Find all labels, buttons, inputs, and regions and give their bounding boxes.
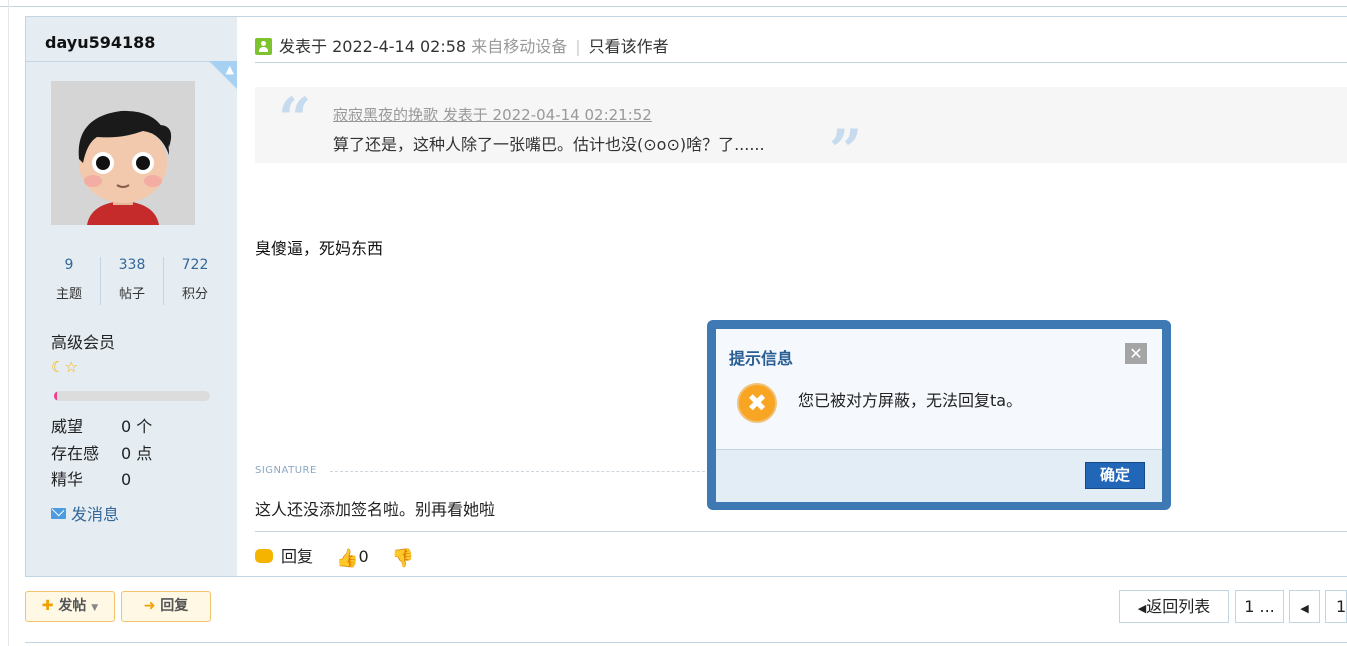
- reply-action[interactable]: 回复: [255, 547, 313, 566]
- back-to-list-label: 返回列表: [1146, 597, 1211, 616]
- sidebar-divider: [26, 61, 237, 62]
- prop-prestige: 威望 0 个: [51, 413, 152, 437]
- top-divider: [0, 0, 1347, 7]
- post-actions: 回复 👍0 👎: [255, 543, 414, 569]
- error-icon: ✖: [737, 383, 777, 423]
- stat-posts[interactable]: 338 帖子: [101, 257, 163, 302]
- stat-value: 722: [181, 257, 209, 273]
- moon-icon: ☾: [51, 358, 65, 376]
- author-username[interactable]: dayu594188: [45, 33, 155, 52]
- user-rank[interactable]: 高级会员: [51, 329, 115, 353]
- signature-label: SIGNATURE: [255, 465, 317, 476]
- quote-block: “ 寂寂黑夜的挽歌 发表于 2022-04-14 02:21:52 算了还是，这…: [255, 85, 1347, 181]
- quote-author-link[interactable]: 寂寂黑夜的挽歌 发表于 2022-04-14 02:21:52: [333, 104, 652, 125]
- author-sidebar: dayu594188 ▲ 9 主题 338 帖子 722 积分 高级会员 ☾☆ …: [26, 17, 237, 576]
- header-divider: [255, 62, 1347, 63]
- level-progress-bar: [54, 391, 210, 401]
- post-header: 发表于 2022-4-14 02:58 来自移动设备 | 只看该作者: [255, 33, 669, 57]
- stat-label: 帖子: [118, 287, 145, 302]
- page-prev-button[interactable]: ◀: [1289, 590, 1320, 623]
- stat-label: 积分: [181, 287, 208, 302]
- prop-value: 0: [121, 470, 132, 489]
- user-online-icon: [255, 38, 272, 55]
- prop-value: 0 点: [121, 444, 153, 463]
- ok-button[interactable]: 确定: [1085, 462, 1145, 489]
- reply-button[interactable]: ➜ 回复: [121, 591, 211, 622]
- dialog-title: 提示信息: [729, 349, 794, 368]
- triangle-left-icon: ◀: [1300, 602, 1309, 615]
- thumbs-up-icon: 👍: [336, 548, 359, 569]
- dialog-message: 您已被对方屏蔽，无法回复ta。: [798, 391, 1023, 410]
- like-action[interactable]: 👍0: [336, 547, 369, 569]
- star-icon: ☆: [64, 358, 78, 376]
- send-message-label: 发消息: [71, 505, 120, 524]
- page-partial-label: 1.: [1336, 597, 1347, 616]
- prop-digest: 精华 0: [51, 466, 131, 490]
- quote-text: 算了还是，这种人除了一张嘴巴。估计也没(⊙o⊙)啥？了......: [333, 135, 765, 154]
- close-icon[interactable]: ✕: [1125, 343, 1147, 364]
- stat-value: 9: [64, 257, 74, 273]
- posted-prefix: 发表于: [279, 37, 328, 56]
- reply-button-label: 回复: [160, 598, 189, 614]
- header-separator: |: [575, 37, 581, 56]
- thumbs-down-icon[interactable]: 👎: [392, 548, 414, 569]
- page-first-label: 1 ...: [1244, 597, 1275, 616]
- android-icon: ▲: [225, 63, 234, 76]
- chevron-down-icon: ▼: [91, 603, 99, 613]
- reply-label: 回复: [281, 547, 314, 566]
- prop-key: 威望: [51, 417, 84, 436]
- new-post-label: 发帖: [58, 598, 87, 614]
- signature-divider: [330, 471, 730, 472]
- avatar[interactable]: [51, 81, 195, 225]
- level-progress-fill: [54, 391, 58, 401]
- author-stats: 9 主题 338 帖子 722 积分: [38, 257, 225, 307]
- post-source: 来自移动设备: [471, 37, 568, 56]
- prop-key: 精华: [51, 470, 84, 489]
- left-border: [8, 0, 9, 646]
- post-footer-divider: [255, 531, 1347, 532]
- page-input[interactable]: 1.: [1325, 590, 1347, 623]
- triangle-left-icon: ◀: [1137, 602, 1147, 615]
- plus-icon: ✚: [41, 598, 54, 614]
- stat-threads[interactable]: 9 主题: [38, 257, 100, 302]
- prop-key: 存在感: [51, 444, 100, 463]
- dialog-footer: 确定: [716, 449, 1162, 502]
- back-to-list-button[interactable]: ◀返回列表: [1119, 590, 1229, 623]
- stat-label: 主题: [55, 287, 82, 302]
- avatar-image: [51, 81, 195, 225]
- dialog-body: 提示信息 ✕ ✖ 您已被对方屏蔽，无法回复ta。 确定: [716, 329, 1162, 502]
- alert-dialog: 提示信息 ✕ ✖ 您已被对方屏蔽，无法回复ta。 确定: [707, 320, 1171, 510]
- stat-value: 338: [118, 257, 146, 273]
- bottom-divider: [25, 642, 1347, 643]
- post-message: 臭傻逼，死妈东西: [255, 239, 384, 258]
- prop-value: 0 个: [121, 417, 153, 436]
- rank-stars: ☾☆: [51, 358, 78, 376]
- signature-text: 这人还没添加签名啦。别再看她啦: [255, 500, 496, 519]
- reply-bubble-icon: [255, 549, 273, 563]
- only-author-link[interactable]: 只看该作者: [589, 37, 669, 56]
- quote-open-icon: “: [278, 85, 312, 153]
- prop-presence: 存在感 0 点: [51, 440, 152, 464]
- like-count: 0: [358, 547, 369, 566]
- quote-close-icon: ”: [829, 117, 863, 185]
- mail-icon: [51, 508, 66, 519]
- send-message-link[interactable]: 发消息: [51, 501, 119, 525]
- page-first-button[interactable]: 1 ...: [1235, 590, 1284, 623]
- stat-points[interactable]: 722 积分: [164, 257, 226, 302]
- arrow-right-icon: ➜: [143, 598, 156, 614]
- posted-time: 2022-4-14 02:58: [332, 37, 467, 56]
- new-post-button[interactable]: ✚ 发帖 ▼: [25, 591, 115, 622]
